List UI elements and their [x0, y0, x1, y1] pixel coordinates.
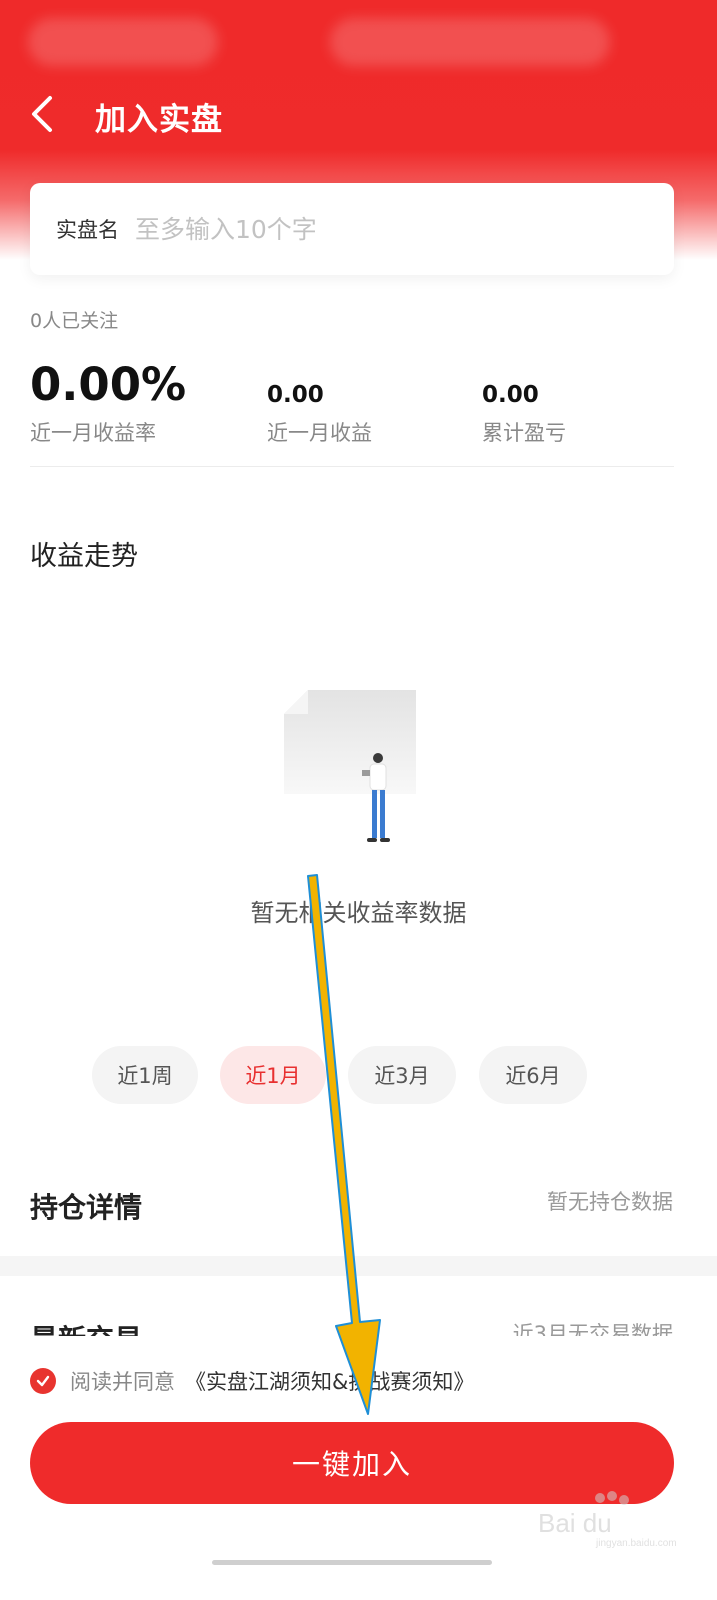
- period-tab-6m[interactable]: 近6月: [479, 1046, 587, 1104]
- empty-state-illustration: [284, 690, 416, 842]
- back-arrow-icon: [32, 96, 52, 132]
- svg-text:jingyan.baidu.com: jingyan.baidu.com: [595, 1538, 677, 1548]
- holdings-section-title: 持仓详情: [30, 1191, 143, 1224]
- stat-value: 0.00: [482, 382, 539, 408]
- home-indicator: [212, 1560, 492, 1565]
- stat-value: 0.00: [267, 382, 324, 408]
- portfolio-name-input[interactable]: [135, 214, 595, 244]
- stat-label: 近一月收益: [267, 421, 372, 445]
- stat-label: 累计盈亏: [482, 421, 566, 445]
- trend-section-title: 收益走势: [30, 541, 138, 572]
- trend-empty-text: 暂无相关收益率数据: [250, 899, 467, 927]
- agreement-checkbox[interactable]: [30, 1368, 56, 1394]
- holdings-empty-text: 暂无持仓数据: [547, 1190, 673, 1214]
- agreement-row: 阅读并同意 《实盘江湖须知&挑战赛须知》: [30, 1366, 474, 1396]
- period-tab-3m[interactable]: 近3月: [348, 1046, 456, 1104]
- svg-text:Bai du: Bai du: [538, 1508, 612, 1538]
- status-bar-left: [28, 18, 218, 66]
- section-separator: [0, 1256, 717, 1276]
- stat-value: 0.00%: [30, 358, 187, 411]
- agreement-prefix: 阅读并同意: [70, 1370, 175, 1394]
- page-title: 加入实盘: [95, 102, 223, 138]
- portfolio-name-label: 实盘名: [56, 218, 119, 242]
- portfolio-name-card: 实盘名: [30, 183, 674, 275]
- period-tab-1m[interactable]: 近1月: [220, 1046, 326, 1104]
- status-bar-right: [330, 18, 610, 66]
- followers-count: 0人已关注: [30, 310, 119, 332]
- stat-monthly-profit: 0.00 近一月收益: [267, 384, 372, 447]
- divider: [30, 466, 674, 467]
- checkmark-icon: [36, 1375, 50, 1387]
- stat-label: 近一月收益率: [30, 421, 156, 445]
- stat-total-pnl: 0.00 累计盈亏: [482, 384, 566, 447]
- agreement-link[interactable]: 《实盘江湖须知&挑战赛须知》: [185, 1366, 474, 1396]
- back-button[interactable]: [26, 92, 66, 136]
- watermark-logo: Bai du jingyan.baidu.com: [538, 1491, 677, 1548]
- period-tab-1w[interactable]: 近1周: [92, 1046, 198, 1104]
- stat-monthly-return-rate: 0.00% 近一月收益率: [30, 362, 186, 447]
